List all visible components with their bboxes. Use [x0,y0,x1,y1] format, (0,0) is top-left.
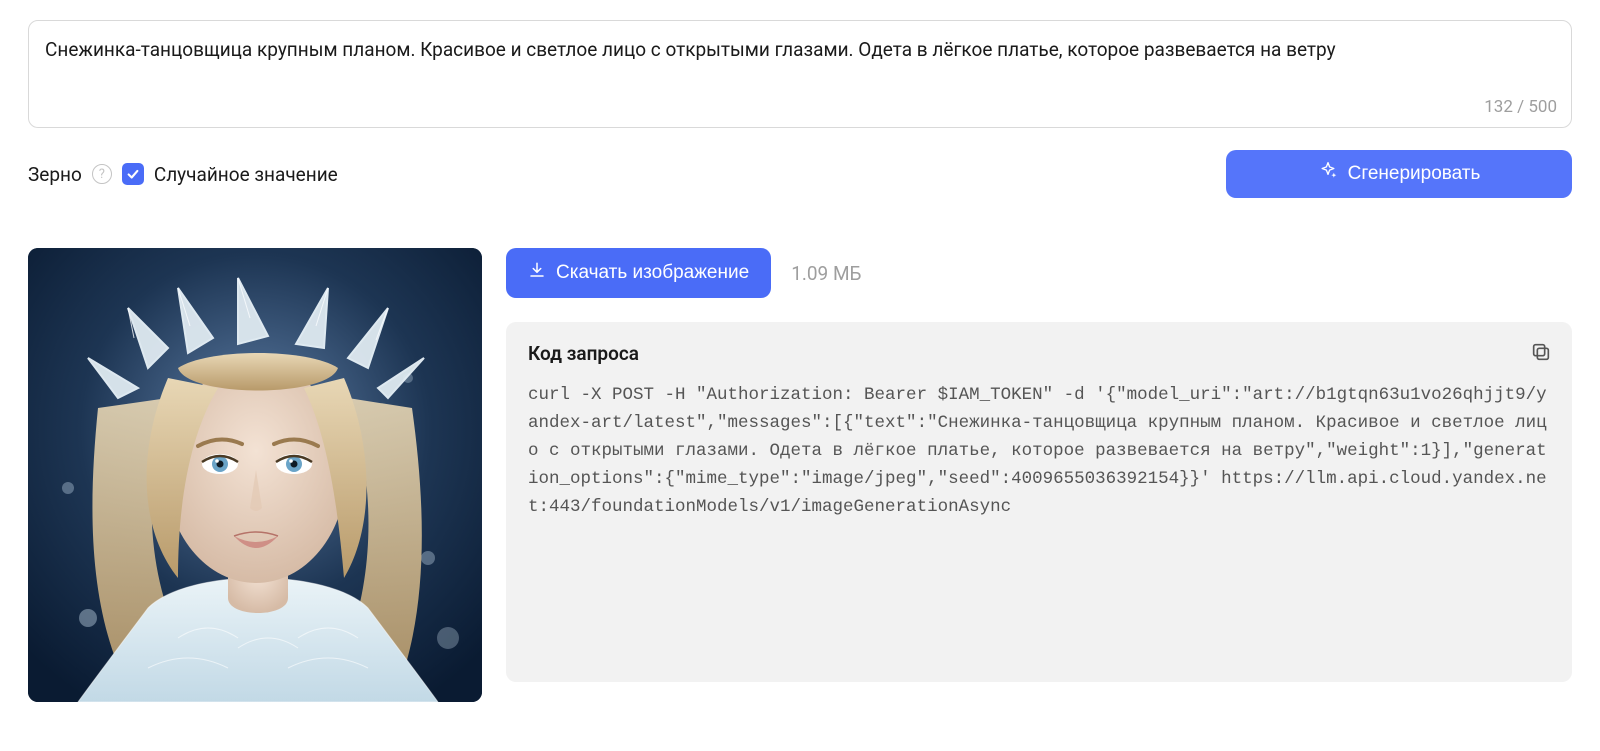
seed-group: Зерно ? Случайное значение [28,163,338,186]
help-icon[interactable]: ? [92,164,112,184]
copy-icon [1530,351,1552,366]
char-count: 132 / 500 [1484,97,1557,117]
download-button-label: Скачать изображение [556,262,749,284]
code-title: Код запроса [528,342,1550,365]
download-icon [528,261,546,285]
seed-label: Зерно [28,163,82,186]
right-column: Скачать изображение 1.09 МБ Код запроса … [506,248,1572,682]
sparkle-icon [1318,161,1338,187]
generated-image[interactable] [28,248,482,702]
results-row: Скачать изображение 1.09 МБ Код запроса … [28,248,1572,702]
copy-code-button[interactable] [1528,340,1554,366]
code-content[interactable]: curl -X POST -H "Authorization: Bearer $… [528,381,1550,521]
seed-random-checkbox[interactable] [122,163,144,185]
prompt-textarea-container: Снежинка-танцовщица крупным планом. Крас… [28,20,1572,128]
prompt-textarea[interactable]: Снежинка-танцовщица крупным планом. Крас… [45,37,1555,64]
generate-button-label: Сгенерировать [1348,163,1481,185]
download-row: Скачать изображение 1.09 МБ [506,248,1572,298]
generate-button[interactable]: Сгенерировать [1226,150,1572,198]
file-size: 1.09 МБ [791,262,861,285]
seed-random-label: Случайное значение [154,163,338,186]
download-button[interactable]: Скачать изображение [506,248,771,298]
controls-row: Зерно ? Случайное значение Сгенерировать [28,150,1572,198]
request-code-panel: Код запроса curl -X POST -H "Authorizati… [506,322,1572,682]
